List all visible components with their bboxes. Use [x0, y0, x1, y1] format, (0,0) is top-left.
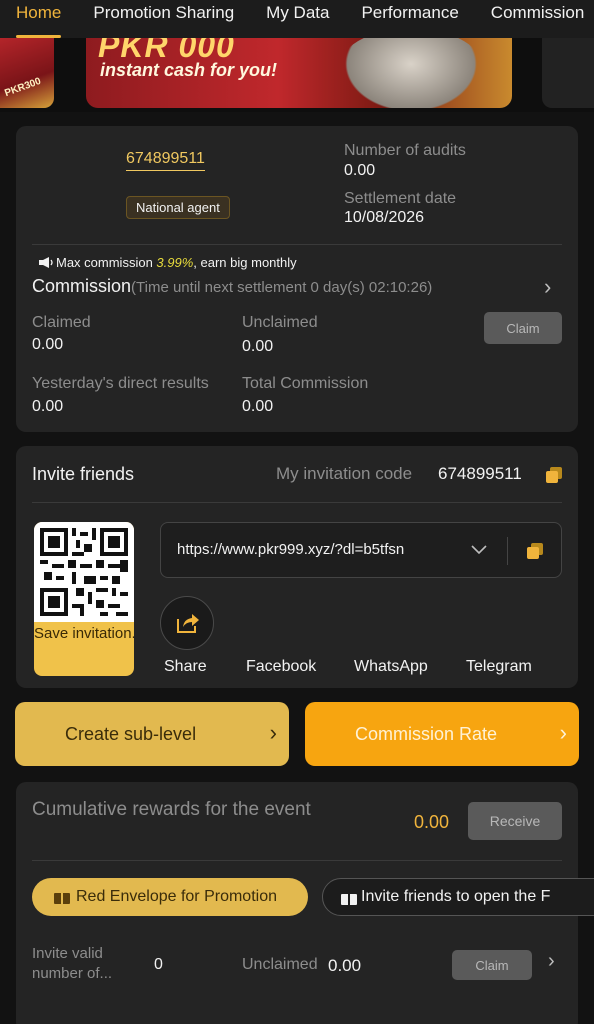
unclaimed-label: Unclaimed: [242, 314, 318, 331]
receive-button[interactable]: Receive: [468, 802, 562, 840]
invitation-link-field[interactable]: https://www.pkr999.xyz/?dl=b5tfsn: [160, 522, 562, 578]
promo-prefix: Max commission: [56, 255, 157, 270]
copy-link-icon[interactable]: [527, 543, 543, 559]
cumulative-rewards-label: Cumulative rewards for the event: [32, 799, 311, 820]
invite-open-tab[interactable]: Invite friends to open the F: [322, 878, 594, 916]
event-unclaimed-value: 0.00: [328, 956, 362, 975]
total-commission-label: Total Commission: [242, 375, 369, 392]
share-icon: [177, 614, 199, 633]
claimed-label: Claimed: [32, 314, 91, 331]
save-invitation-label: Save invitation...: [34, 625, 134, 642]
cumulative-rewards-value: 0.00: [414, 812, 450, 832]
audits-value: 0.00: [344, 162, 376, 179]
chevron-right-icon: ›: [269, 720, 277, 745]
invite-open-label: Invite friends to open the F: [361, 888, 551, 905]
commission-rate-label: Commission Rate: [355, 723, 498, 744]
chevron-right-icon[interactable]: ›: [548, 950, 555, 973]
divider: [507, 537, 508, 565]
claimed-value: 0.00: [32, 336, 64, 353]
banner-tagline: instant cash for you!: [100, 60, 278, 80]
commission-title: Commission: [32, 276, 132, 296]
banner-slide[interactable]: PKR 000 instant cash for you!: [86, 38, 512, 108]
qr-code-image: [34, 522, 134, 622]
agent-commission-card: 674899511 National agent Number of audit…: [16, 126, 578, 432]
settlement-timer: (Time until next settlement 0 day(s) 02:…: [131, 279, 433, 296]
banner-figure-image: [336, 38, 486, 108]
copy-code-icon[interactable]: [546, 467, 562, 483]
commission-rate-button[interactable]: Commission Rate ›: [305, 702, 579, 766]
settlement-value: 10/08/2026: [344, 209, 425, 226]
chevron-right-icon[interactable]: ›: [544, 274, 551, 300]
share-label[interactable]: Share: [164, 658, 207, 676]
telegram-share[interactable]: Telegram: [466, 658, 532, 676]
event-rewards-card: Cumulative rewards for the event 0.00 Re…: [16, 782, 594, 1024]
promo-suffix: , earn big monthly: [193, 255, 297, 270]
red-envelope-label: Red Envelope for Promotion: [76, 888, 277, 905]
commission-title-row[interactable]: Commission(Time until next settlement 0 …: [32, 276, 432, 297]
red-envelope-tab[interactable]: Red Envelope for Promotion: [32, 878, 308, 916]
agent-id[interactable]: 674899511: [126, 150, 205, 171]
agent-level-badge: National agent: [126, 196, 230, 219]
settlement-label: Settlement date: [344, 190, 457, 207]
audits-label: Number of audits: [344, 142, 466, 159]
event-unclaimed-label: Unclaimed: [242, 956, 318, 973]
max-commission-promo: Max commission 3.99%, earn big monthly: [56, 255, 297, 270]
chevron-right-icon: ›: [559, 720, 567, 745]
banner-carousel[interactable]: PKR300 PKR 000 instant cash for you!: [0, 38, 594, 112]
event-claim-button[interactable]: Claim: [452, 950, 532, 980]
banner-prev-slide[interactable]: PKR300: [0, 38, 54, 108]
invitation-code: 674899511: [438, 464, 522, 483]
create-sub-level-label: Create sub-level: [65, 723, 197, 744]
megaphone-icon: [39, 257, 53, 268]
tab-commission[interactable]: Commission: [475, 0, 594, 38]
create-sub-level-button[interactable]: Create sub-level ›: [15, 702, 289, 766]
invite-valid-label: Invite valid number of...: [32, 945, 113, 982]
tab-my-data[interactable]: My Data: [250, 0, 345, 38]
facebook-share[interactable]: Facebook: [246, 658, 316, 676]
tab-home[interactable]: Home: [0, 0, 77, 38]
divider: [32, 244, 562, 245]
gift-icon: [54, 889, 70, 904]
save-invitation-button[interactable]: Save invitation...: [34, 522, 134, 676]
top-tab-bar: Home Promotion Sharing My Data Performan…: [0, 0, 594, 38]
invitation-code-label: My invitation code: [276, 464, 413, 483]
banner-next-slide[interactable]: [542, 38, 594, 108]
page: Home Promotion Sharing My Data Performan…: [0, 0, 594, 1024]
yesterday-label: Yesterday's direct results: [32, 375, 209, 392]
claim-button[interactable]: Claim: [484, 312, 562, 344]
chevron-down-icon[interactable]: [471, 545, 487, 555]
banner-side-label: PKR300: [3, 75, 43, 100]
gift-icon: [341, 890, 357, 905]
whatsapp-share[interactable]: WhatsApp: [354, 658, 428, 676]
qr-code-icon: [40, 528, 128, 616]
total-commission-value: 0.00: [242, 398, 274, 415]
invite-title: Invite friends: [32, 464, 135, 484]
promo-rate: 3.99%: [156, 255, 194, 270]
tab-performance[interactable]: Performance: [345, 0, 474, 38]
invitation-link: https://www.pkr999.xyz/?dl=b5tfsn: [177, 541, 405, 558]
tab-promotion-sharing[interactable]: Promotion Sharing: [77, 0, 250, 38]
invite-valid-value: 0: [154, 956, 163, 973]
divider: [32, 860, 562, 861]
invite-friends-card: Invite friends My invitation code 674899…: [16, 446, 578, 688]
yesterday-value: 0.00: [32, 398, 64, 415]
divider: [32, 502, 562, 503]
share-button[interactable]: [160, 596, 214, 650]
unclaimed-value: 0.00: [242, 338, 274, 355]
